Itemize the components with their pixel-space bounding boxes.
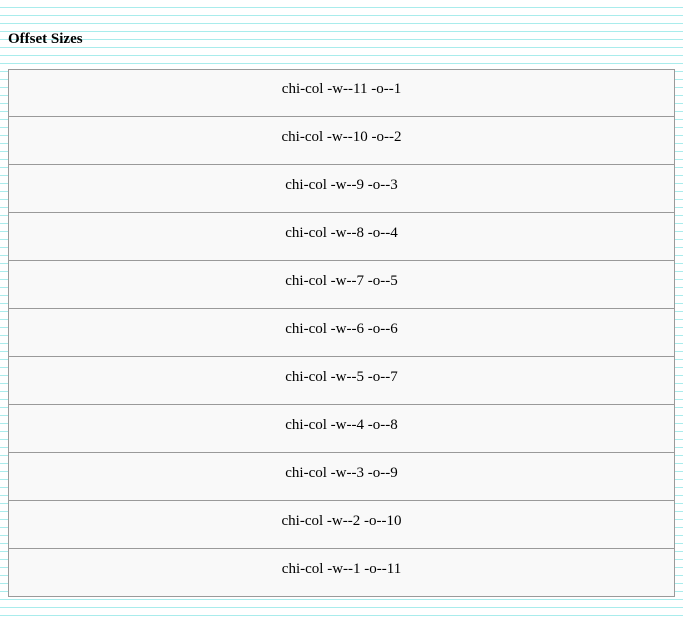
grid-row: chi-col -w--6 -o--6 (8, 309, 675, 357)
grid-row: chi-col -w--5 -o--7 (8, 357, 675, 405)
grid-cell-label: chi-col -w--10 -o--2 (281, 129, 402, 145)
grid-cell-label: chi-col -w--2 -o--10 (281, 513, 402, 529)
grid-row: chi-col -w--4 -o--8 (8, 405, 675, 453)
grid-cell-label: chi-col -w--9 -o--3 (285, 177, 398, 193)
grid-row: chi-col -w--2 -o--10 (8, 501, 675, 549)
grid-cell-label: chi-col -w--4 -o--8 (285, 417, 398, 433)
grid-cell-label: chi-col -w--3 -o--9 (285, 465, 398, 481)
grid-cell-label: chi-col -w--8 -o--4 (285, 225, 398, 241)
grid-row: chi-col -w--1 -o--11 (8, 549, 675, 597)
grid-row: chi-col -w--10 -o--2 (8, 117, 675, 165)
grid-row: chi-col -w--9 -o--3 (8, 165, 675, 213)
grid-cell-label: chi-col -w--7 -o--5 (285, 273, 398, 289)
grid-cell-label: chi-col -w--6 -o--6 (285, 321, 398, 337)
grid-cell-label: chi-col -w--1 -o--11 (281, 561, 402, 577)
grid-row: chi-col -w--8 -o--4 (8, 213, 675, 261)
grid-row: chi-col -w--11 -o--1 (8, 69, 675, 117)
grid-cell-label: chi-col -w--11 -o--1 (281, 81, 402, 97)
grid-row: chi-col -w--7 -o--5 (8, 261, 675, 309)
section-title: Offset Sizes (8, 31, 83, 47)
offset-grid: chi-col -w--11 -o--1 chi-col -w--10 -o--… (8, 69, 675, 597)
grid-cell-label: chi-col -w--5 -o--7 (285, 369, 398, 385)
grid-row: chi-col -w--3 -o--9 (8, 453, 675, 501)
